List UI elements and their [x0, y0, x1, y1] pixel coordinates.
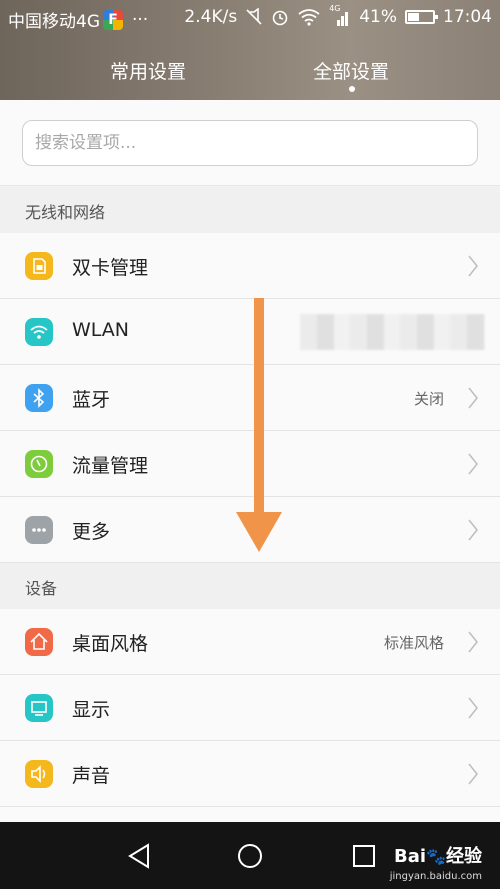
wifi-status-icon — [298, 9, 320, 26]
recents-icon[interactable] — [348, 840, 380, 872]
watermark-url: jingyan.baidu.com — [389, 871, 482, 882]
clock: 17:04 — [443, 7, 492, 27]
item-label: 声音 — [72, 765, 111, 787]
section-title: 设备 — [25, 579, 58, 598]
settings-item-home-style[interactable]: 桌面风格 标准风格 — [0, 609, 500, 675]
sound-icon — [25, 760, 53, 788]
sim-card-icon — [25, 252, 53, 280]
blurred-network-name — [300, 314, 485, 350]
tab-common-settings[interactable]: 常用设置 — [110, 57, 186, 84]
baidu-jingyan-logo: Bai🐾经验 — [394, 846, 482, 867]
chevron-right-icon — [468, 453, 478, 475]
chevron-right-icon — [468, 631, 478, 653]
more-notifications: ··· — [132, 9, 149, 30]
chevron-right-icon — [468, 519, 478, 541]
settings-item-dual-sim[interactable]: 双卡管理 — [0, 233, 500, 299]
navigation-bar: Bai🐾经验 jingyan.baidu.com — [0, 822, 500, 889]
carrier-name: 中国移动4G — [8, 12, 100, 32]
section-header-wireless: 无线和网络 — [0, 187, 500, 233]
tab-all-settings[interactable]: 全部设置 — [313, 57, 389, 84]
settings-item-partial — [0, 807, 500, 822]
alarm-icon — [272, 10, 288, 26]
home-nav-icon[interactable] — [234, 840, 266, 872]
search-box[interactable] — [22, 120, 478, 166]
item-label: WLAN — [72, 319, 130, 341]
item-label: 蓝牙 — [72, 389, 111, 411]
status-bar: 中国移动4G F ··· 2.4K/s 4G 41% 17:04 — [0, 0, 500, 36]
home-icon — [25, 628, 53, 656]
search-area — [0, 100, 500, 186]
more-icon — [25, 516, 53, 544]
mute-icon — [246, 8, 262, 25]
item-label: 显示 — [72, 699, 111, 721]
signal-icon — [337, 12, 349, 26]
item-value: 关闭 — [413, 390, 444, 408]
net-speed: 2.4K/s — [184, 7, 238, 27]
search-input[interactable] — [35, 121, 465, 165]
data-usage-icon — [25, 450, 53, 478]
item-label: 更多 — [72, 521, 111, 543]
back-icon[interactable] — [124, 840, 156, 872]
battery-percent: 41% — [359, 7, 397, 27]
wifi-icon — [25, 318, 53, 346]
section-header-device: 设备 — [0, 563, 500, 609]
app-notification-icon: F — [103, 9, 123, 30]
chevron-right-icon — [468, 255, 478, 277]
top-header: 中国移动4G F ··· 2.4K/s 4G 41% 17:04 常用设置 全部… — [0, 0, 500, 100]
item-value: 标准风格 — [383, 634, 444, 652]
chevron-right-icon — [468, 763, 478, 785]
scroll-down-arrow — [236, 298, 282, 552]
active-tab-indicator — [349, 86, 355, 92]
chevron-right-icon — [468, 697, 478, 719]
bluetooth-icon — [25, 384, 53, 412]
item-label: 桌面风格 — [72, 633, 149, 655]
settings-item-sound[interactable]: 声音 — [0, 741, 500, 807]
paw-icon: 🐾 — [426, 847, 446, 866]
item-label: 双卡管理 — [72, 257, 149, 279]
chevron-right-icon — [468, 387, 478, 409]
display-icon — [25, 694, 53, 722]
settings-item-display[interactable]: 显示 — [0, 675, 500, 741]
battery-icon — [405, 10, 438, 24]
item-label: 流量管理 — [72, 455, 149, 477]
section-title: 无线和网络 — [25, 203, 106, 222]
signal-indicator: 4G — [329, 4, 351, 26]
